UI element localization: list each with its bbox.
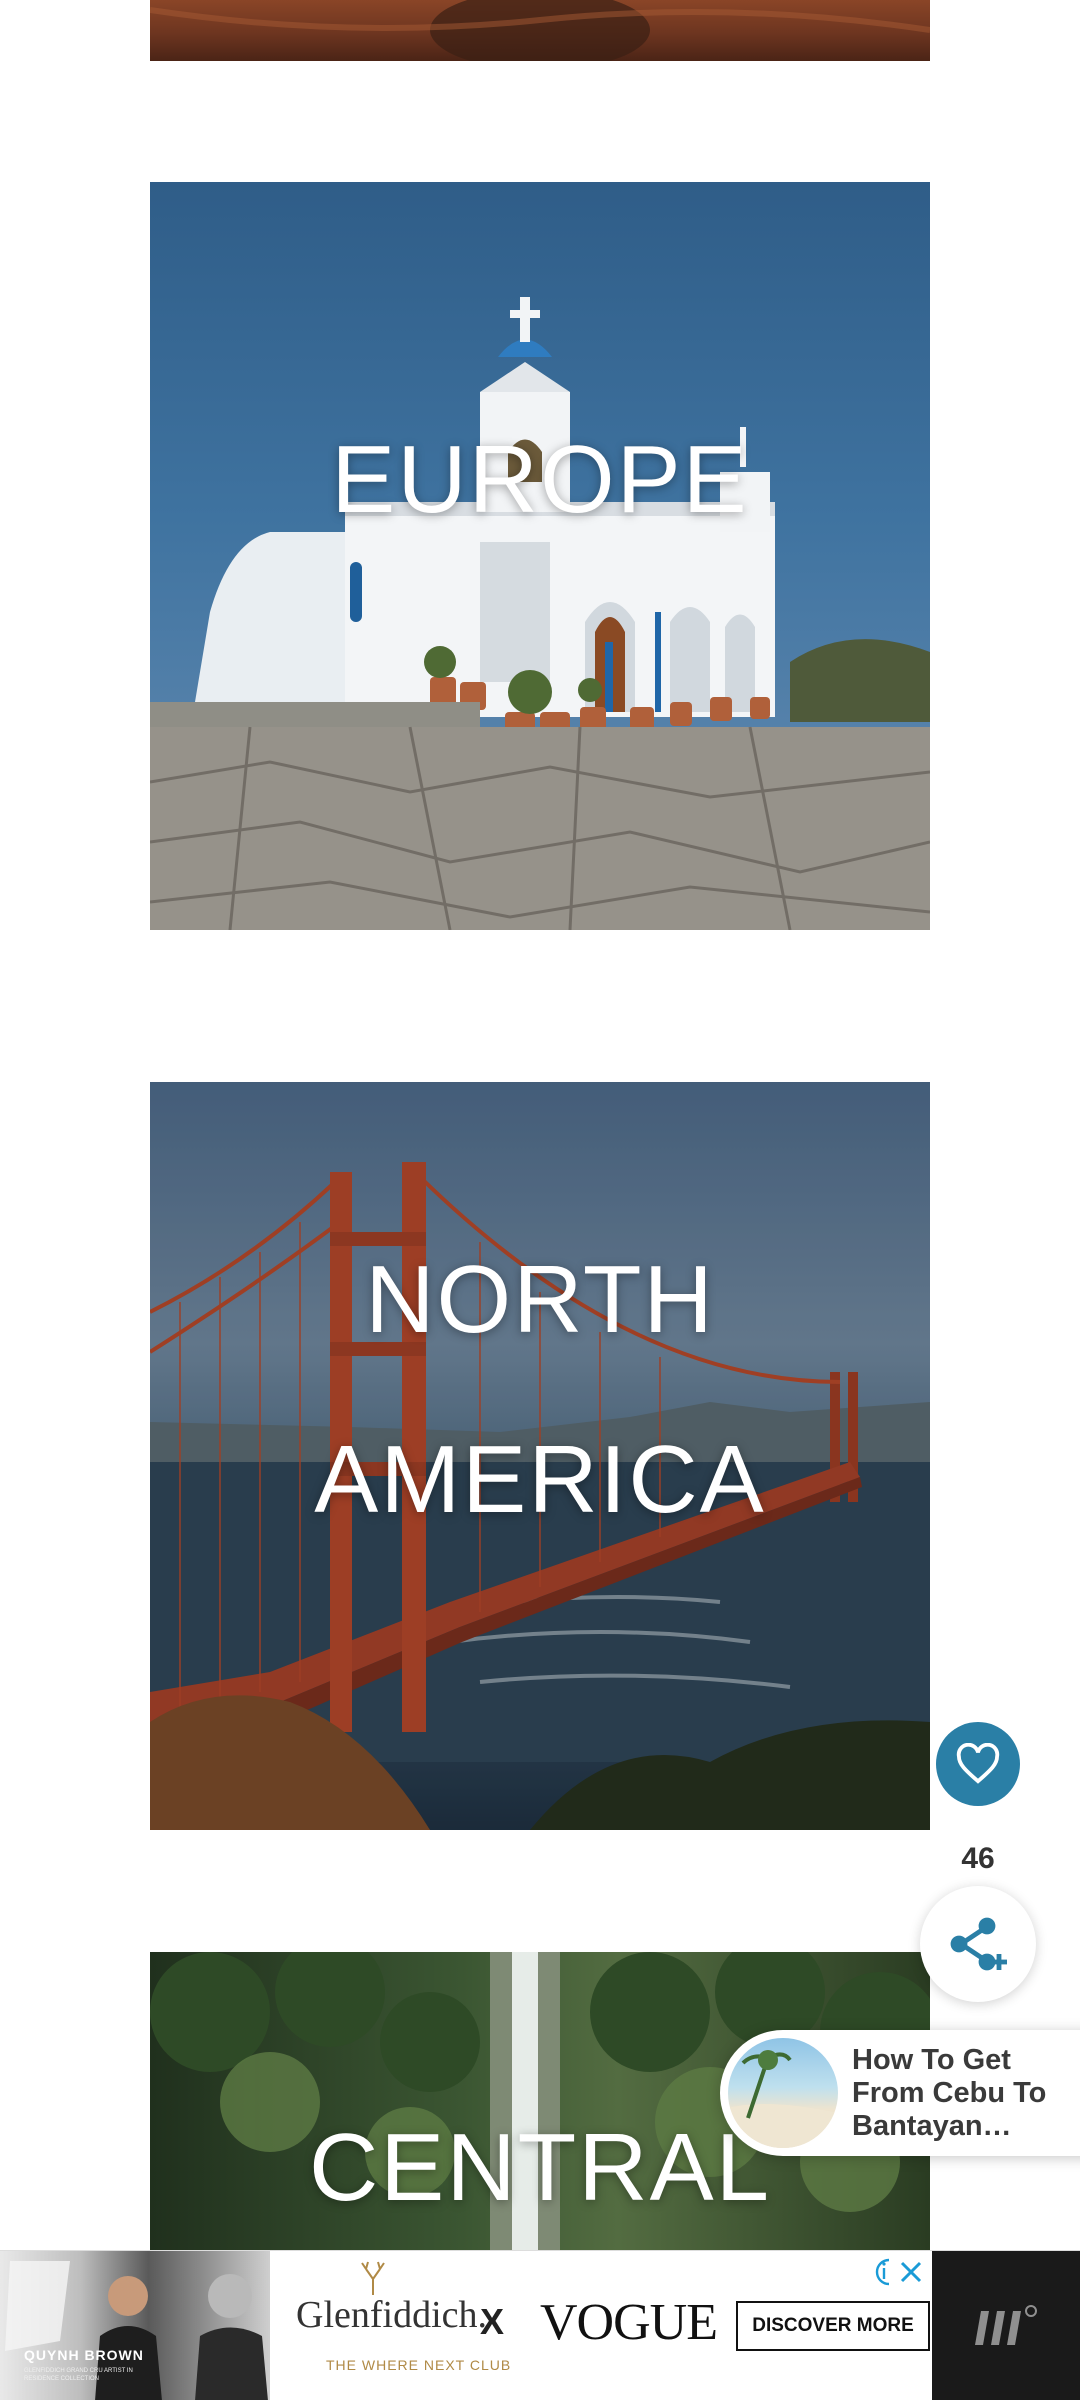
related-article-pill[interactable]: How To Get From Cebu To Bantayan… [720, 2030, 1080, 2156]
europe-image [150, 297, 930, 930]
card-title-north-line1: NORTH [365, 1246, 715, 1353]
ad-discover-more-button[interactable]: DISCOVER MORE [736, 2301, 930, 2351]
like-count: 46 [961, 1842, 995, 1875]
ad-info-icon[interactable] [869, 2257, 893, 2287]
ad-photo: QUYNH BROWN GLENFIDDICH GRAND CRU ARTIST… [0, 2251, 270, 2400]
card-title-north-line2: AMERICA [314, 1426, 766, 1533]
related-article-title: How To Get From Cebu To Bantayan… [852, 2044, 1047, 2142]
related-article-thumbnail [728, 2038, 838, 2148]
ad-brand-vogue: VOGUE [540, 2294, 718, 2351]
destination-card-top[interactable] [150, 0, 930, 61]
destination-card-europe[interactable]: EUROPE [150, 182, 930, 930]
ad-photo-caption: GLENFIDDICH GRAND CRU ARTIST IN RESIDENC… [24, 2368, 133, 2382]
ad-separator: X [480, 2301, 505, 2342]
heart-icon [956, 1743, 1000, 1784]
publisher-logo-icon [975, 2305, 1037, 2345]
card-title-europe: EUROPE [331, 426, 749, 533]
share-icon [950, 1917, 1007, 1971]
share-button[interactable] [920, 1886, 1036, 2002]
ad-photo-name: QUYNH BROWN [24, 2347, 144, 2363]
ad-publisher-logo [932, 2251, 1080, 2400]
destination-card-north-america[interactable]: NORTH AMERICA [150, 1082, 930, 1830]
like-button[interactable] [936, 1722, 1020, 1806]
ad-close-icon[interactable] [898, 2259, 924, 2285]
ad-brand-tagline: THE WHERE NEXT CLUB [326, 2357, 512, 2373]
ad-controls[interactable] [866, 2254, 926, 2290]
card-top-image [150, 0, 930, 61]
ad-brand-glenfiddich: Glenfiddich. [296, 2294, 488, 2336]
stag-logo-icon [361, 2261, 385, 2295]
